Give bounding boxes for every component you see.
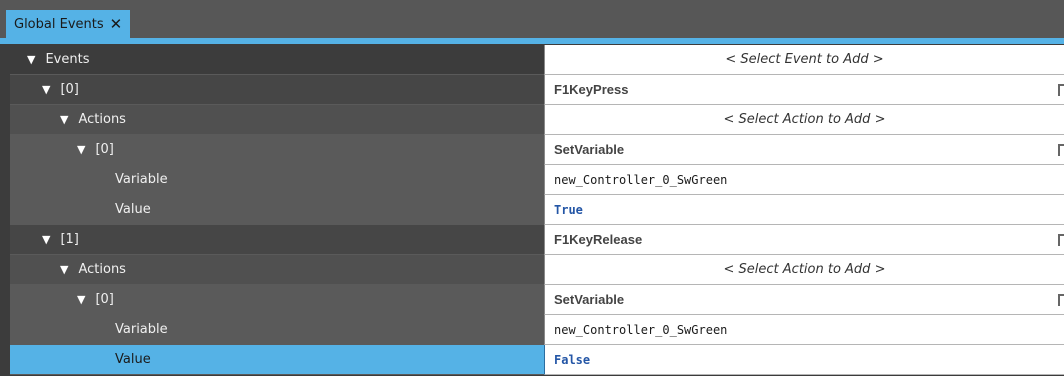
tab-title: Global Events bbox=[14, 16, 104, 32]
close-icon[interactable]: ✕ bbox=[110, 15, 123, 33]
tab-underline bbox=[0, 38, 1064, 44]
chevron-down-icon[interactable]: ▼ bbox=[60, 113, 68, 126]
chevron-down-icon[interactable]: ▼ bbox=[77, 293, 85, 306]
row-label: Value bbox=[10, 195, 544, 225]
row-label[interactable]: Value bbox=[10, 345, 544, 375]
row-label[interactable]: ▼ Actions bbox=[10, 255, 544, 285]
value-field[interactable]: False bbox=[544, 345, 1064, 375]
event-type-field[interactable]: F1KeyRelease bbox=[544, 225, 1064, 255]
action-type-field[interactable]: SetVariable bbox=[544, 135, 1064, 165]
row-variable-1: Variable new_Controller_0_SwGreen bbox=[10, 315, 1064, 345]
row-label[interactable]: ▼ [0] bbox=[10, 135, 544, 165]
event-type-field[interactable]: F1KeyPress bbox=[544, 75, 1064, 105]
select-event-dropdown[interactable]: < Select Event to Add > bbox=[544, 45, 1064, 75]
row-action-0-0: ▼ [0] SetVariable bbox=[10, 135, 1064, 165]
row-label[interactable]: ▼ [0] bbox=[10, 75, 544, 105]
row-actions-0: ▼ Actions < Select Action to Add > bbox=[10, 105, 1064, 135]
tab-global-events[interactable]: Global Events ✕ bbox=[6, 10, 131, 38]
chevron-down-icon[interactable]: ▼ bbox=[27, 53, 35, 66]
trash-icon[interactable] bbox=[1058, 84, 1064, 96]
row-events: ▼ Events < Select Event to Add > bbox=[10, 45, 1064, 75]
property-grid: ▼ Events < Select Event to Add > ▼ [0] F… bbox=[10, 45, 1064, 375]
chevron-down-icon[interactable]: ▼ bbox=[77, 143, 85, 156]
row-label[interactable]: ▼ [0] bbox=[10, 285, 544, 315]
row-label[interactable]: ▼ [1] bbox=[10, 225, 544, 255]
trash-icon[interactable] bbox=[1058, 234, 1064, 246]
action-type-field[interactable]: SetVariable bbox=[544, 285, 1064, 315]
trash-icon[interactable] bbox=[1058, 144, 1064, 156]
row-actions-1: ▼ Actions < Select Action to Add > bbox=[10, 255, 1064, 285]
variable-field[interactable]: new_Controller_0_SwGreen bbox=[544, 165, 1064, 195]
row-label[interactable]: ▼ Actions bbox=[10, 105, 544, 135]
row-action-1-0: ▼ [0] SetVariable bbox=[10, 285, 1064, 315]
trash-icon[interactable] bbox=[1058, 294, 1064, 306]
row-value-0: Value True bbox=[10, 195, 1064, 225]
row-event-0: ▼ [0] F1KeyPress bbox=[10, 75, 1064, 105]
row-value-1: Value False bbox=[10, 345, 1064, 375]
chevron-down-icon[interactable]: ▼ bbox=[42, 83, 50, 96]
row-label: Variable bbox=[10, 315, 544, 345]
row-event-1: ▼ [1] F1KeyRelease bbox=[10, 225, 1064, 255]
row-label: Variable bbox=[10, 165, 544, 195]
row-label[interactable]: ▼ Events bbox=[10, 45, 544, 75]
select-action-dropdown[interactable]: < Select Action to Add > bbox=[544, 255, 1064, 285]
row-variable-0: Variable new_Controller_0_SwGreen bbox=[10, 165, 1064, 195]
tab-bar: Global Events ✕ bbox=[0, 0, 1064, 38]
chevron-down-icon[interactable]: ▼ bbox=[42, 233, 50, 246]
select-action-dropdown[interactable]: < Select Action to Add > bbox=[544, 105, 1064, 135]
value-field[interactable]: True bbox=[544, 195, 1064, 225]
variable-field[interactable]: new_Controller_0_SwGreen bbox=[544, 315, 1064, 345]
chevron-down-icon[interactable]: ▼ bbox=[60, 263, 68, 276]
